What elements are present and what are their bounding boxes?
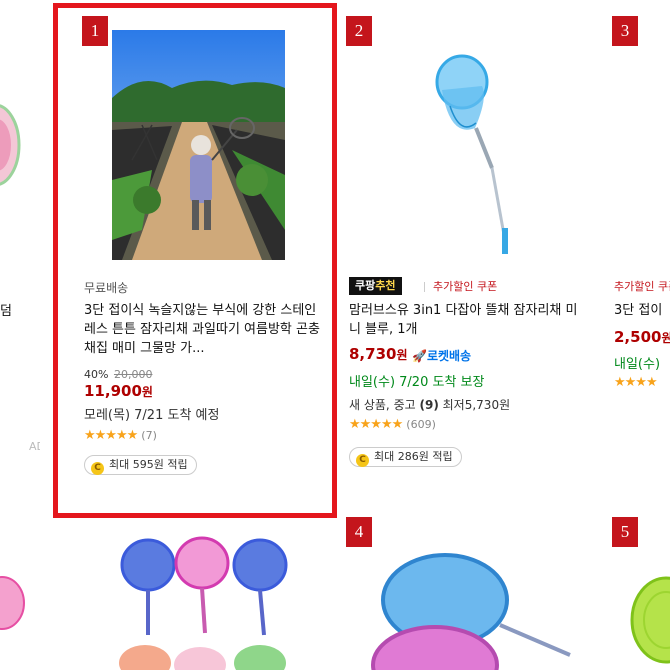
coupang-recommend-badge: 쿠팡추천 [349, 277, 402, 295]
product-card-2[interactable]: 2 쿠팡추천 추가할인 쿠폰 맘러브스유 3in1 다잡아 뜰채 잠자리채 미니… [340, 8, 600, 508]
net-photo [435, 54, 508, 254]
extra-discount-label: 추가할인 쿠폰 [614, 280, 670, 293]
price-unit: 원 [141, 385, 153, 399]
product-card-1[interactable]: 1 무료배송 3단 접이식 녹슬지않는 부식에 강한 스테인레스 튼튼 잠자리채… [60, 8, 330, 508]
extra-discount-label: 추가할인 쿠폰 [433, 280, 498, 293]
coin-icon: C [356, 454, 369, 467]
product-card-bottom-a[interactable] [60, 515, 330, 670]
left-product-image [0, 104, 21, 186]
product-title[interactable]: 3단 접이식 녹슬지않는 부식에 강한 스테인레스 튼튼 잠자리채 과일따기 여… [84, 301, 324, 358]
shipping-label: 무료배송 [84, 281, 129, 295]
product-image[interactable] [112, 30, 285, 260]
rating-stars: ★★★★★ (609) [349, 417, 436, 432]
star-icons: ★★★★ [614, 375, 658, 390]
used-count: (9) [419, 398, 439, 412]
rank-badge: 3 [612, 16, 638, 46]
price-value: 2,500 [614, 328, 662, 346]
left-partial-card[interactable]: 덤 ADU [0, 0, 40, 500]
discount-percent: 40% [84, 368, 109, 381]
coupon-chip[interactable]: C 최대 286원 적립 [349, 447, 462, 467]
product-card-5[interactable]: 5 [608, 515, 670, 670]
price-unit: 원 [661, 331, 670, 345]
rank-badge: 2 [346, 16, 372, 46]
rank-badge: 1 [82, 16, 108, 46]
product-image[interactable] [380, 28, 560, 258]
sale-price: 8,730원 [349, 345, 408, 363]
left-title-fragment: 덤 [0, 304, 12, 319]
used-product-info[interactable]: 새 상품, 중고 (9) 최저5,730원 [349, 396, 510, 413]
coupon-text: 최대 595원 적립 [109, 458, 188, 471]
product-image [371, 553, 571, 670]
delivery-info: 모레(목) 7/21 도착 예정 [84, 408, 220, 423]
left-bottom-image [0, 576, 25, 630]
field-photo [112, 30, 285, 260]
label-separator [424, 282, 425, 292]
rating-stars: ★★★★★ (7) [84, 428, 157, 443]
product-image [630, 576, 670, 664]
delivery-info: 내일(수) 7/20 도착 보장 [349, 375, 485, 390]
coupon-text: 최대 286원 적립 [374, 450, 453, 463]
bottom-left-partial-card[interactable] [0, 515, 40, 670]
left-ad-label: ADU [29, 440, 40, 453]
review-count: (609) [406, 418, 436, 431]
badge-prefix: 쿠팡 [355, 279, 376, 292]
used-text: 새 상품, 중고 [349, 398, 416, 412]
delivery-info: 내일(수) [614, 357, 661, 372]
sale-price: 11,900원 [84, 382, 153, 400]
price-value: 8,730 [349, 345, 397, 363]
coupon-chip[interactable]: C 최대 595원 적립 [84, 455, 197, 475]
rating-stars: ★★★★ [614, 375, 658, 390]
used-min-price: 최저5,730원 [442, 398, 511, 412]
price-value: 11,900 [84, 382, 142, 400]
star-icons: ★★★★★ [84, 428, 138, 443]
original-price: 20,000 [113, 368, 153, 381]
discount-info: 40% 20,000 [84, 368, 152, 381]
coin-icon: C [91, 462, 104, 475]
star-icons: ★★★★★ [349, 417, 403, 432]
rocket-delivery-badge: 🚀로켓배송 [412, 349, 472, 363]
product-title[interactable]: 3단 접이 [614, 301, 662, 320]
badge-accent: 추천 [375, 279, 396, 292]
price-unit: 원 [396, 348, 408, 362]
product-image [119, 536, 288, 670]
product-card-4[interactable]: 4 [340, 515, 600, 670]
product-card-3[interactable]: 3 추가할인 쿠폰 3단 접이 2,500원 내일(수) ★★★★ [608, 8, 670, 508]
sale-price: 2,500원 [614, 328, 670, 346]
product-title[interactable]: 맘러브스유 3in1 다잡아 뜰채 잠자리채 미니 블루, 1개 [349, 301, 589, 339]
review-count: (7) [141, 429, 157, 442]
